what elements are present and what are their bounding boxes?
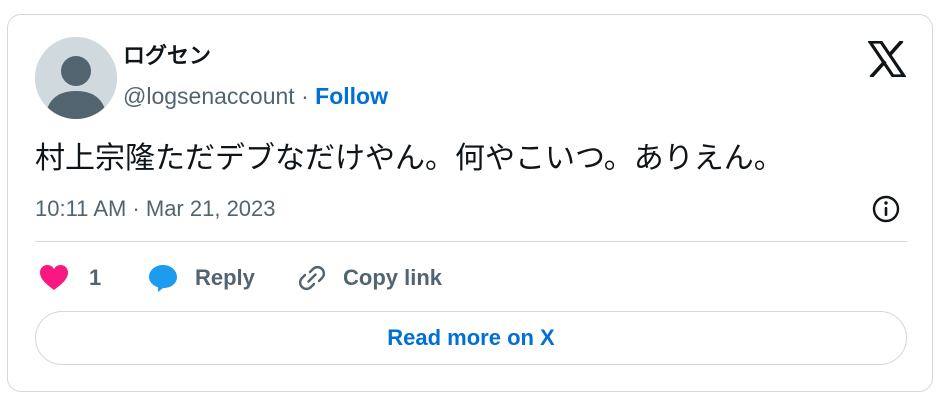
tweet-embed-card: ログセン @logsenaccount · Follow 村上宗隆ただデブなだけ… (7, 14, 933, 392)
reply-button[interactable]: Reply (147, 260, 255, 296)
like-count: 1 (89, 265, 102, 290)
like-button[interactable]: 1 (39, 260, 101, 296)
speech-bubble-icon (149, 265, 177, 292)
read-more-button[interactable]: Read more on X (35, 311, 907, 365)
handle-separator: · (301, 83, 309, 109)
tweet-text: 村上宗隆ただデブなだけやん。何やこいつ。ありえん。 (35, 141, 784, 176)
link-icon (298, 265, 326, 291)
x-logo-icon[interactable] (868, 41, 906, 77)
tweet-timestamp[interactable]: 10:11 AM · Mar 21, 2023 (35, 194, 276, 224)
follow-button[interactable]: Follow (315, 83, 388, 109)
reply-label: Reply (195, 265, 255, 290)
author-display-name[interactable]: ログセン (123, 41, 211, 71)
avatar[interactable] (35, 37, 117, 119)
default-profile-icon (35, 37, 117, 119)
action-bar: 1 Reply Copy link (35, 260, 907, 296)
author-handle[interactable]: @logsenaccount (123, 83, 295, 109)
heart-icon (40, 265, 68, 290)
copy-link-label: Copy link (343, 265, 443, 290)
copy-link-button[interactable]: Copy link (297, 260, 442, 296)
info-icon[interactable] (870, 193, 902, 225)
divider (35, 241, 907, 242)
author-handle-row: @logsenaccount · Follow (123, 81, 388, 111)
